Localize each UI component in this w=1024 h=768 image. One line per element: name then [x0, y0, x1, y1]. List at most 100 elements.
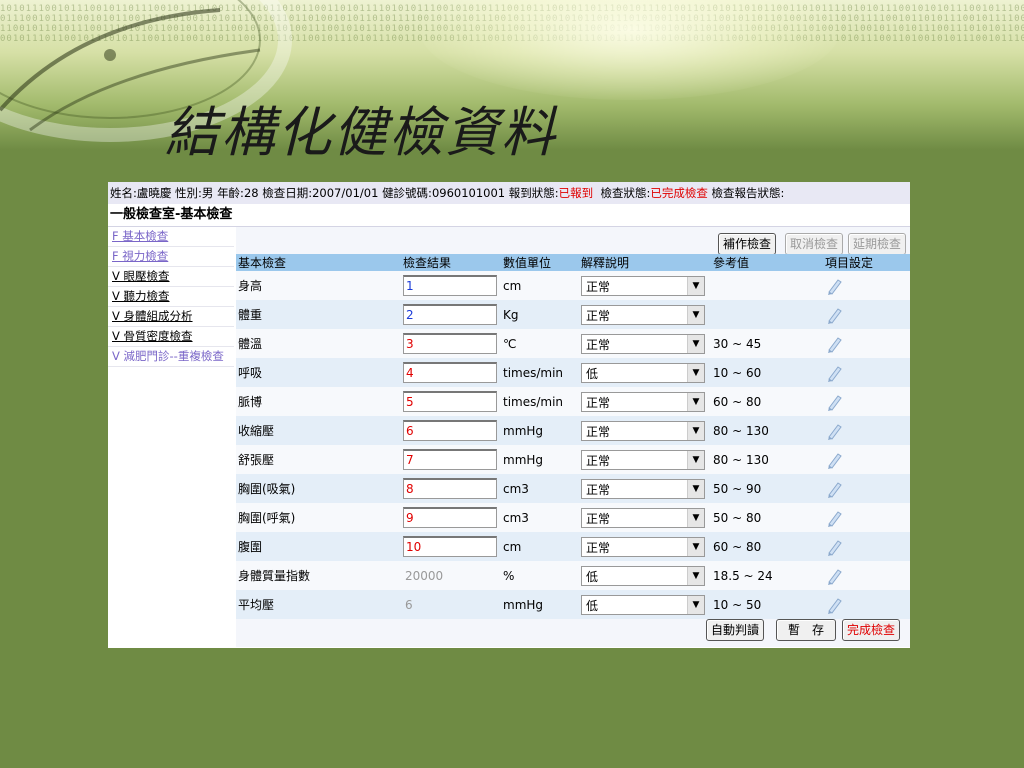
edit-pencil-icon[interactable]: [825, 305, 843, 325]
interpretation-value: 正常: [586, 482, 611, 497]
edit-pencil-icon[interactable]: [825, 566, 843, 586]
edit-pencil-icon[interactable]: [825, 479, 843, 499]
interpretation-select[interactable]: 低 ▼: [581, 594, 705, 615]
result-input[interactable]: [403, 391, 497, 412]
interpretation-select[interactable]: 正常 ▼: [581, 449, 705, 470]
result-input[interactable]: [403, 478, 497, 499]
cancel-exam-button[interactable]: 取消檢查: [785, 233, 844, 255]
edit-pencil-icon[interactable]: [825, 595, 843, 615]
interpretation-select[interactable]: 正常 ▼: [581, 391, 705, 412]
nav-item-eye-pressure[interactable]: V 眼壓檢查: [108, 267, 234, 287]
exam-item-name: 體重: [236, 300, 401, 329]
result-input[interactable]: [403, 507, 497, 528]
table-row: 平均壓mmHg低▼10 ~ 50: [236, 590, 910, 619]
col-header-settings: 項目設定: [823, 254, 910, 271]
reference-range: [711, 300, 823, 329]
exam-item-name: 身體質量指數: [236, 561, 401, 590]
nav-item-body-composition[interactable]: V 身體組成分析: [108, 307, 234, 327]
result-input[interactable]: [403, 304, 497, 325]
nav-item-hearing[interactable]: V 聽力檢查: [108, 287, 234, 307]
exam-item-name: 胸圍(吸氣): [236, 474, 401, 503]
unit-text: cm3: [501, 503, 579, 532]
supplement-exam-button[interactable]: 補作檢查: [718, 233, 777, 255]
result-input[interactable]: [403, 566, 495, 585]
patient-sex: 男: [201, 186, 214, 200]
auto-judge-button[interactable]: 自動判讀: [706, 619, 765, 641]
result-input[interactable]: [403, 420, 497, 441]
result-input[interactable]: [403, 449, 497, 470]
reference-range: 18.5 ~ 24: [711, 561, 823, 590]
exam-date: 2007/01/01: [312, 186, 379, 200]
reference-range: [711, 271, 823, 300]
reference-range: 80 ~ 130: [711, 445, 823, 474]
unit-text: cm: [501, 271, 579, 300]
result-input[interactable]: [403, 333, 497, 354]
col-header-item: 基本檢查: [236, 254, 401, 271]
exam-id: 0960101001: [431, 186, 506, 200]
result-input[interactable]: [403, 536, 497, 557]
interpretation-select[interactable]: 正常 ▼: [581, 478, 705, 499]
report-in-status: 已報到: [558, 186, 594, 200]
col-header-unit: 數值單位: [501, 254, 579, 271]
nav-item-vision[interactable]: F 視力檢查: [108, 247, 234, 267]
nav-item-weight-loss[interactable]: V 減肥門診--重複檢查: [108, 347, 234, 367]
exam-item-name: 體溫: [236, 329, 401, 358]
chevron-down-icon: ▼: [687, 392, 704, 411]
interpretation-select[interactable]: 正常 ▼: [581, 507, 705, 528]
exam-item-name: 腹圍: [236, 532, 401, 561]
interpretation-select[interactable]: 正常 ▼: [581, 536, 705, 557]
interpretation-select[interactable]: 低 ▼: [581, 362, 705, 383]
edit-pencil-icon[interactable]: [825, 392, 843, 412]
edit-pencil-icon[interactable]: [825, 421, 843, 441]
chevron-down-icon: ▼: [687, 450, 704, 469]
unit-text: times/min: [501, 387, 579, 416]
col-header-ref: 參考值: [711, 254, 823, 271]
reference-range: 50 ~ 80: [711, 503, 823, 532]
nav-item-basic[interactable]: F 基本檢查: [108, 227, 234, 247]
edit-pencil-icon[interactable]: [825, 450, 843, 470]
edit-pencil-icon[interactable]: [825, 508, 843, 528]
interpretation-select[interactable]: 正常 ▼: [581, 420, 705, 441]
chevron-down-icon: ▼: [687, 334, 704, 353]
table-row: 胸圍(呼氣) cm3 正常 ▼ 50 ~ 80: [236, 503, 910, 532]
result-input[interactable]: [403, 595, 495, 614]
result-input[interactable]: [403, 362, 497, 383]
exam-status: 已完成檢查: [650, 186, 708, 200]
interpretation-select[interactable]: 正常 ▼: [581, 333, 705, 354]
interpretation-select[interactable]: 正常 ▼: [581, 275, 705, 296]
age-label: 年齡:: [217, 186, 244, 200]
interpretation-value: 低: [586, 366, 599, 381]
edit-pencil-icon[interactable]: [825, 363, 843, 383]
table-row: 體溫 ℃ 正常 ▼ 30 ~ 45: [236, 329, 910, 358]
nav-item-bone-density[interactable]: V 骨質密度檢查: [108, 327, 234, 347]
patient-age: 28: [243, 186, 259, 200]
exam-table: 基本檢查 檢查結果 數值單位 解釋說明 參考值 項目設定 身高 cm 正常 ▼ 體重 Kg…: [236, 254, 910, 619]
edit-pencil-icon[interactable]: [825, 537, 843, 557]
chevron-down-icon: ▼: [687, 508, 704, 527]
exam-item-name: 胸圍(呼氣): [236, 503, 401, 532]
result-input[interactable]: [403, 275, 497, 296]
postpone-exam-button[interactable]: 延期檢查: [848, 233, 907, 255]
edit-pencil-icon[interactable]: [825, 276, 843, 296]
unit-text: %: [501, 561, 579, 590]
chevron-down-icon: ▼: [687, 566, 704, 585]
unit-text: Kg: [501, 300, 579, 329]
chevron-down-icon: ▼: [687, 276, 704, 295]
edit-pencil-icon[interactable]: [825, 334, 843, 354]
exam-item-name: 舒張壓: [236, 445, 401, 474]
table-row: 胸圍(吸氣) cm3 正常 ▼ 50 ~ 90: [236, 474, 910, 503]
interpretation-select[interactable]: 正常 ▼: [581, 304, 705, 325]
slide-title: 結構化健檢資料: [165, 101, 557, 164]
section-title: 一般檢查室-基本檢查: [108, 204, 910, 227]
interpretation-value: 正常: [586, 308, 611, 323]
complete-exam-button[interactable]: 完成檢查: [842, 619, 901, 641]
reference-range: 80 ~ 130: [711, 416, 823, 445]
report-status-label: 檢查報告狀態:: [711, 186, 785, 200]
interpretation-value: 正常: [586, 511, 611, 526]
chevron-down-icon: ▼: [687, 363, 704, 382]
interpretation-value: 正常: [586, 337, 611, 352]
save-draft-button[interactable]: 暫 存: [776, 619, 836, 641]
reference-range: 10 ~ 50: [711, 590, 823, 619]
interpretation-select[interactable]: 低 ▼: [581, 565, 705, 586]
unit-text: cm: [501, 532, 579, 561]
